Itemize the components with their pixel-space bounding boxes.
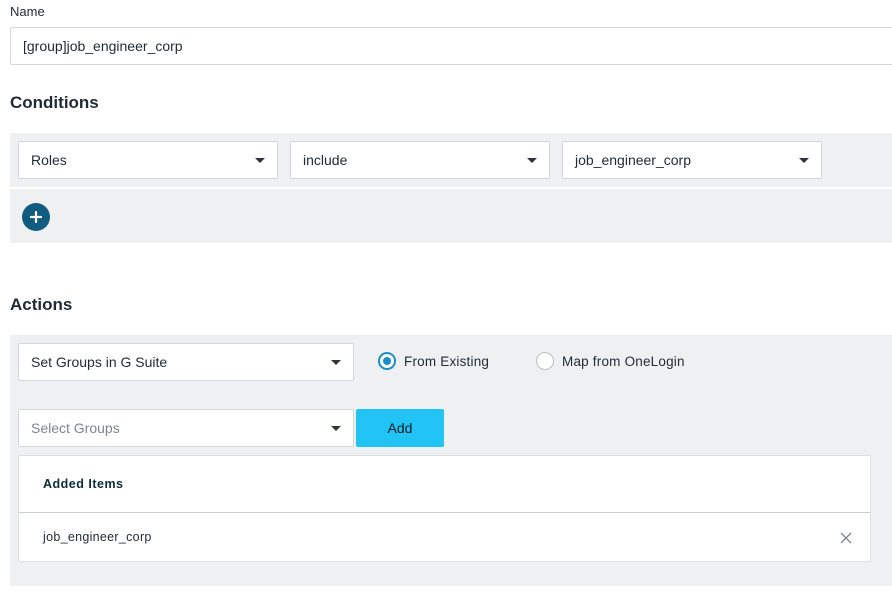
select-groups-placeholder: Select Groups [31, 420, 120, 436]
condition-value-value: job_engineer_corp [575, 152, 691, 168]
condition-add-row [10, 189, 892, 243]
name-label: Name [10, 4, 45, 19]
condition-field-select[interactable]: Roles [18, 141, 278, 179]
radio-from-existing-label: From Existing [404, 353, 490, 369]
condition-row: Roles include job_engineer_corp [10, 133, 892, 187]
added-items-box: Added Items job_engineer_corp [18, 455, 871, 562]
action-type-value: Set Groups in G Suite [31, 354, 168, 370]
plus-icon [29, 207, 43, 227]
select-groups-dropdown[interactable]: Select Groups [18, 409, 354, 447]
actions-title: Actions [10, 295, 73, 314]
chevron-down-icon [255, 158, 265, 163]
added-item-label: job_engineer_corp [43, 530, 152, 544]
condition-value-select[interactable]: job_engineer_corp [562, 141, 822, 179]
close-icon[interactable] [840, 531, 852, 544]
chevron-down-icon [331, 426, 341, 431]
chevron-down-icon [799, 158, 809, 163]
chevron-down-icon [527, 158, 537, 163]
added-items-header: Added Items [19, 456, 870, 513]
list-item: job_engineer_corp [19, 513, 870, 561]
radio-unchecked-icon [536, 352, 554, 370]
radio-map-from-onelogin[interactable]: Map from OneLogin [536, 352, 685, 370]
radio-from-existing[interactable]: From Existing [378, 352, 489, 370]
conditions-title: Conditions [10, 93, 99, 112]
add-button[interactable]: Add [356, 409, 444, 447]
condition-operator-value: include [303, 152, 348, 168]
condition-field-value: Roles [31, 152, 67, 168]
radio-checked-icon [378, 352, 396, 370]
name-input[interactable] [10, 27, 892, 65]
radio-map-from-onelogin-label: Map from OneLogin [562, 353, 685, 369]
actions-panel: Set Groups in G Suite From Existing Map … [10, 335, 892, 586]
chevron-down-icon [331, 360, 341, 365]
condition-operator-select[interactable]: include [290, 141, 550, 179]
action-type-select[interactable]: Set Groups in G Suite [18, 343, 354, 381]
add-condition-button[interactable] [22, 203, 50, 231]
